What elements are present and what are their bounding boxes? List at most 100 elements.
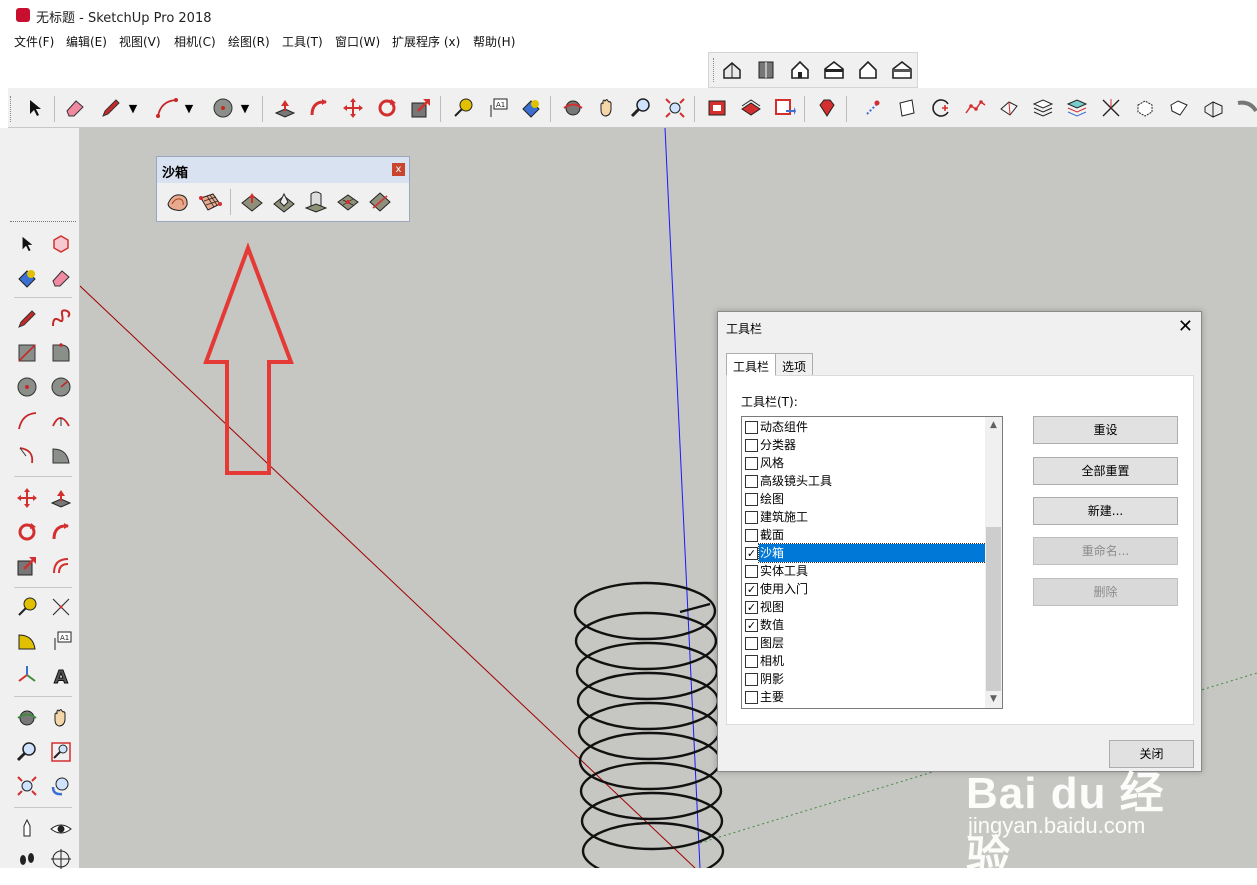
menu-file[interactable]: 文件(F) bbox=[14, 33, 54, 50]
drape-icon[interactable] bbox=[303, 189, 329, 215]
dimension-icon[interactable] bbox=[48, 594, 74, 620]
checkbox[interactable] bbox=[745, 493, 758, 506]
menu-draw[interactable]: 绘图(R) bbox=[228, 33, 270, 50]
close-icon[interactable]: ✕ bbox=[1178, 316, 1193, 337]
chevron-down-icon[interactable]: ▼ bbox=[238, 95, 252, 121]
zoom-icon[interactable] bbox=[14, 739, 40, 765]
new-toolbar-button[interactable]: 新建... bbox=[1033, 497, 1178, 525]
checkbox[interactable] bbox=[745, 565, 758, 578]
checkbox[interactable] bbox=[745, 439, 758, 452]
layout-icon[interactable] bbox=[772, 95, 798, 121]
component-icon[interactable] bbox=[1132, 95, 1158, 121]
pencil-icon[interactable] bbox=[98, 95, 124, 121]
checkbox[interactable] bbox=[745, 529, 758, 542]
list-item[interactable]: 相机 bbox=[742, 652, 987, 670]
three-point-arc-icon[interactable] bbox=[14, 442, 40, 468]
right-view-icon[interactable] bbox=[821, 57, 847, 83]
move-icon[interactable] bbox=[14, 485, 40, 511]
pie-icon[interactable] bbox=[48, 442, 74, 468]
iso-view-icon[interactable] bbox=[719, 57, 745, 83]
axes-icon[interactable] bbox=[14, 662, 40, 688]
checkbox-checked[interactable]: ✓ bbox=[745, 601, 758, 614]
back-view-icon[interactable] bbox=[855, 57, 881, 83]
paint-bucket-icon[interactable] bbox=[14, 265, 40, 291]
zoom-window-icon[interactable] bbox=[48, 739, 74, 765]
menu-window[interactable]: 窗口(W) bbox=[335, 33, 380, 50]
make-component-icon[interactable] bbox=[48, 231, 74, 257]
list-scrollbar[interactable]: ▲ ▼ bbox=[985, 417, 1002, 708]
walk-icon[interactable] bbox=[14, 846, 40, 872]
checkbox[interactable] bbox=[745, 475, 758, 488]
checkbox[interactable] bbox=[745, 457, 758, 470]
scroll-up-icon[interactable]: ▲ bbox=[985, 417, 1002, 434]
curve-points-icon[interactable] bbox=[962, 95, 988, 121]
checkbox-checked[interactable]: ✓ bbox=[745, 547, 758, 560]
select-icon[interactable] bbox=[22, 95, 48, 121]
top-view-icon[interactable] bbox=[753, 57, 779, 83]
tape-measure-icon[interactable] bbox=[450, 95, 476, 121]
follow-me-icon[interactable] bbox=[306, 95, 332, 121]
warehouse-icon[interactable] bbox=[704, 95, 730, 121]
pipe-icon[interactable] bbox=[1234, 95, 1257, 121]
paint-bucket-icon[interactable] bbox=[518, 95, 544, 121]
pan-icon[interactable] bbox=[594, 95, 620, 121]
rename-button[interactable]: 重命名... bbox=[1033, 537, 1178, 565]
circle-icon[interactable] bbox=[14, 374, 40, 400]
ruby-icon[interactable] bbox=[814, 95, 840, 121]
list-item[interactable]: 分类器 bbox=[742, 436, 987, 454]
scale-icon[interactable] bbox=[14, 553, 40, 579]
reset-all-button[interactable]: 全部重置 bbox=[1033, 457, 1178, 485]
list-item[interactable]: 截面 bbox=[742, 526, 987, 544]
front-view-icon[interactable] bbox=[787, 57, 813, 83]
construction-point-icon[interactable] bbox=[860, 95, 886, 121]
menu-extensions[interactable]: 扩展程序 (x) bbox=[392, 33, 460, 50]
two-point-arc-icon[interactable] bbox=[48, 408, 74, 434]
tab-toolbars[interactable]: 工具栏 bbox=[726, 353, 777, 376]
list-item[interactable]: 绘图 bbox=[742, 490, 987, 508]
list-item[interactable]: ✓ 视图 bbox=[742, 598, 987, 616]
section-plane-icon[interactable] bbox=[48, 846, 74, 872]
dimension-circle-icon[interactable] bbox=[928, 95, 954, 121]
scroll-down-icon[interactable]: ▼ bbox=[985, 691, 1002, 708]
push-pull-icon[interactable] bbox=[48, 485, 74, 511]
eraser-icon[interactable] bbox=[48, 265, 74, 291]
previous-view-icon[interactable] bbox=[48, 773, 74, 799]
list-item[interactable]: 实体工具 bbox=[742, 562, 987, 580]
3d-text-icon[interactable]: A bbox=[48, 662, 74, 688]
line-icon[interactable] bbox=[14, 306, 40, 332]
text-icon[interactable]: A1 bbox=[484, 95, 510, 121]
checkbox[interactable] bbox=[745, 691, 758, 704]
tape-measure-icon[interactable] bbox=[14, 594, 40, 620]
look-around-icon[interactable] bbox=[48, 816, 74, 842]
stamp-3d-icon[interactable] bbox=[1200, 95, 1226, 121]
list-item[interactable]: 风格 bbox=[742, 454, 987, 472]
add-detail-icon[interactable] bbox=[335, 189, 361, 215]
list-item[interactable]: ✓ 数值 bbox=[742, 616, 987, 634]
arc-icon[interactable] bbox=[154, 95, 180, 121]
list-item[interactable]: 建筑施工 bbox=[742, 508, 987, 526]
pan-icon[interactable] bbox=[48, 705, 74, 731]
orbit-icon[interactable] bbox=[560, 95, 586, 121]
checkbox[interactable] bbox=[745, 421, 758, 434]
menu-view[interactable]: 视图(V) bbox=[119, 33, 161, 50]
checkbox-checked[interactable]: ✓ bbox=[745, 619, 758, 632]
section-plane-icon[interactable] bbox=[894, 95, 920, 121]
position-camera-icon[interactable] bbox=[14, 816, 40, 842]
chevron-down-icon[interactable]: ▼ bbox=[182, 95, 196, 121]
toolbar-grip[interactable] bbox=[713, 58, 716, 82]
zoom-extents-icon[interactable] bbox=[662, 95, 688, 121]
select-icon[interactable] bbox=[14, 231, 40, 257]
zoom-extents-icon[interactable] bbox=[14, 773, 40, 799]
menu-edit[interactable]: 编辑(E) bbox=[66, 33, 107, 50]
menu-camera[interactable]: 相机(C) bbox=[174, 33, 216, 50]
reset-button[interactable]: 重设 bbox=[1033, 416, 1178, 444]
toolbar-grip[interactable] bbox=[10, 96, 13, 122]
polygon-icon[interactable] bbox=[48, 374, 74, 400]
rotate-icon[interactable] bbox=[374, 95, 400, 121]
protractor-icon[interactable] bbox=[14, 628, 40, 654]
list-item[interactable]: ✓ 使用入门 bbox=[742, 580, 987, 598]
flip-edge-icon[interactable] bbox=[367, 189, 393, 215]
chevron-down-icon[interactable]: ▼ bbox=[126, 95, 140, 121]
layers-icon[interactable] bbox=[1030, 95, 1056, 121]
checkbox[interactable] bbox=[745, 655, 758, 668]
